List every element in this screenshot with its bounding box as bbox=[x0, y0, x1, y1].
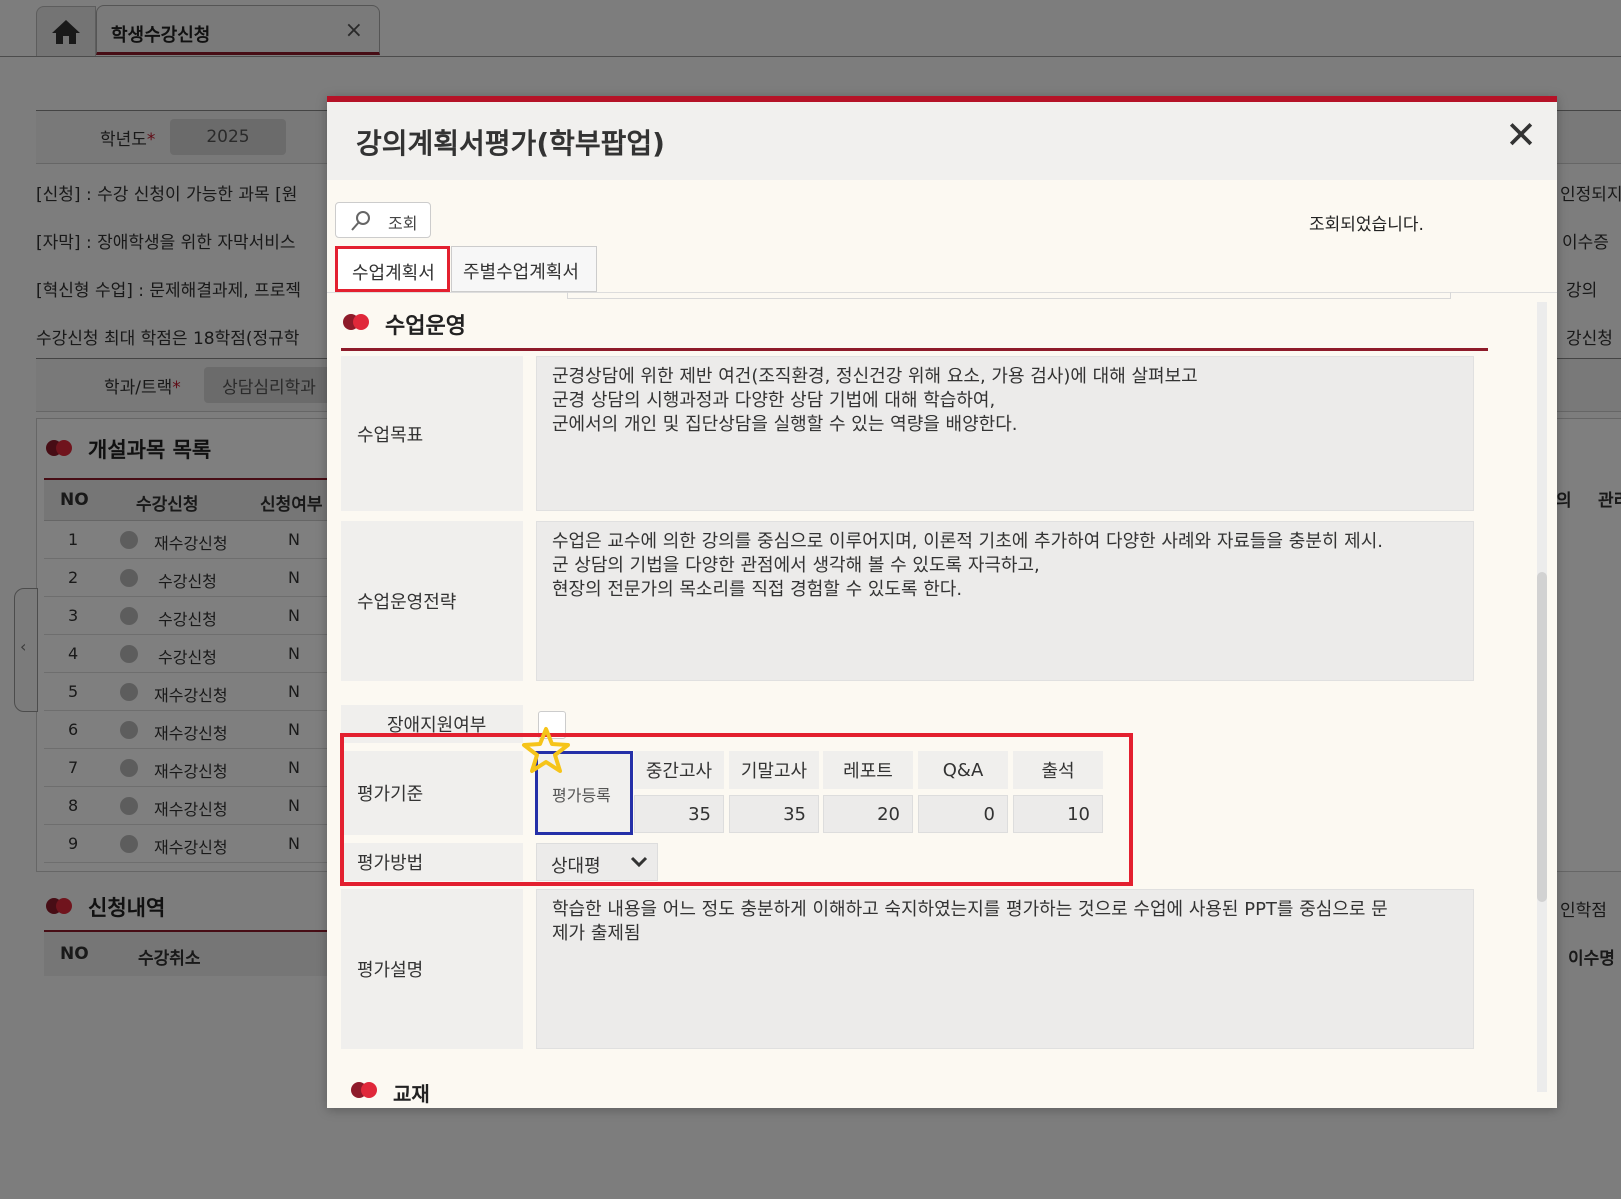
status-message: 조회되었습니다. bbox=[1309, 215, 1424, 235]
highlight-box bbox=[340, 733, 1133, 886]
section-bullet-icon bbox=[343, 314, 371, 330]
tab-syllabus[interactable]: 수업계획서 bbox=[335, 246, 450, 292]
goal-textarea[interactable]: 군경상담에 위한 제반 여건(조직환경, 정신건강 위해 요소, 가용 검사)에… bbox=[536, 356, 1474, 511]
section-title: 수업운영 bbox=[385, 314, 466, 339]
textbook-section-title: 교재 bbox=[393, 1082, 430, 1106]
tab-content-border bbox=[567, 292, 1451, 299]
scrollbar-thumb[interactable] bbox=[1537, 572, 1547, 902]
desc-label: 평가설명 bbox=[341, 889, 523, 1049]
section-bullet-icon bbox=[351, 1082, 379, 1098]
section-divider bbox=[341, 348, 1488, 351]
search-button-label: 조회 bbox=[388, 214, 418, 233]
tab-label: 수업계획서 bbox=[352, 263, 435, 284]
star-icon bbox=[522, 727, 570, 773]
modal-title: 강의계획서평가(학부팝업) bbox=[356, 127, 665, 160]
syllabus-eval-modal: 강의계획서평가(학부팝업) ✕ 조회 조회되었습니다. 수업계획서 주별수업계획… bbox=[327, 96, 1557, 1108]
strategy-textarea[interactable]: 수업은 교수에 의한 강의를 중심으로 이루어지며, 이론적 기초에 추가하여 … bbox=[536, 521, 1474, 681]
modal-header: 강의계획서평가(학부팝업) ✕ bbox=[327, 102, 1557, 180]
search-button[interactable]: 조회 bbox=[335, 202, 431, 238]
modal-scrollbar[interactable] bbox=[1537, 302, 1547, 1092]
search-icon bbox=[351, 211, 370, 231]
goal-label: 수업목표 bbox=[341, 356, 523, 511]
close-icon[interactable]: ✕ bbox=[1505, 116, 1537, 154]
desc-textarea[interactable]: 학습한 내용을 어느 정도 충분하게 이해하고 숙지하였는지를 평가하는 것으로… bbox=[536, 889, 1474, 1049]
strategy-label: 수업운영전략 bbox=[341, 521, 523, 681]
tab-weekly-syllabus[interactable]: 주별수업계획서 bbox=[451, 246, 597, 292]
tab-label: 주별수업계획서 bbox=[463, 262, 579, 283]
